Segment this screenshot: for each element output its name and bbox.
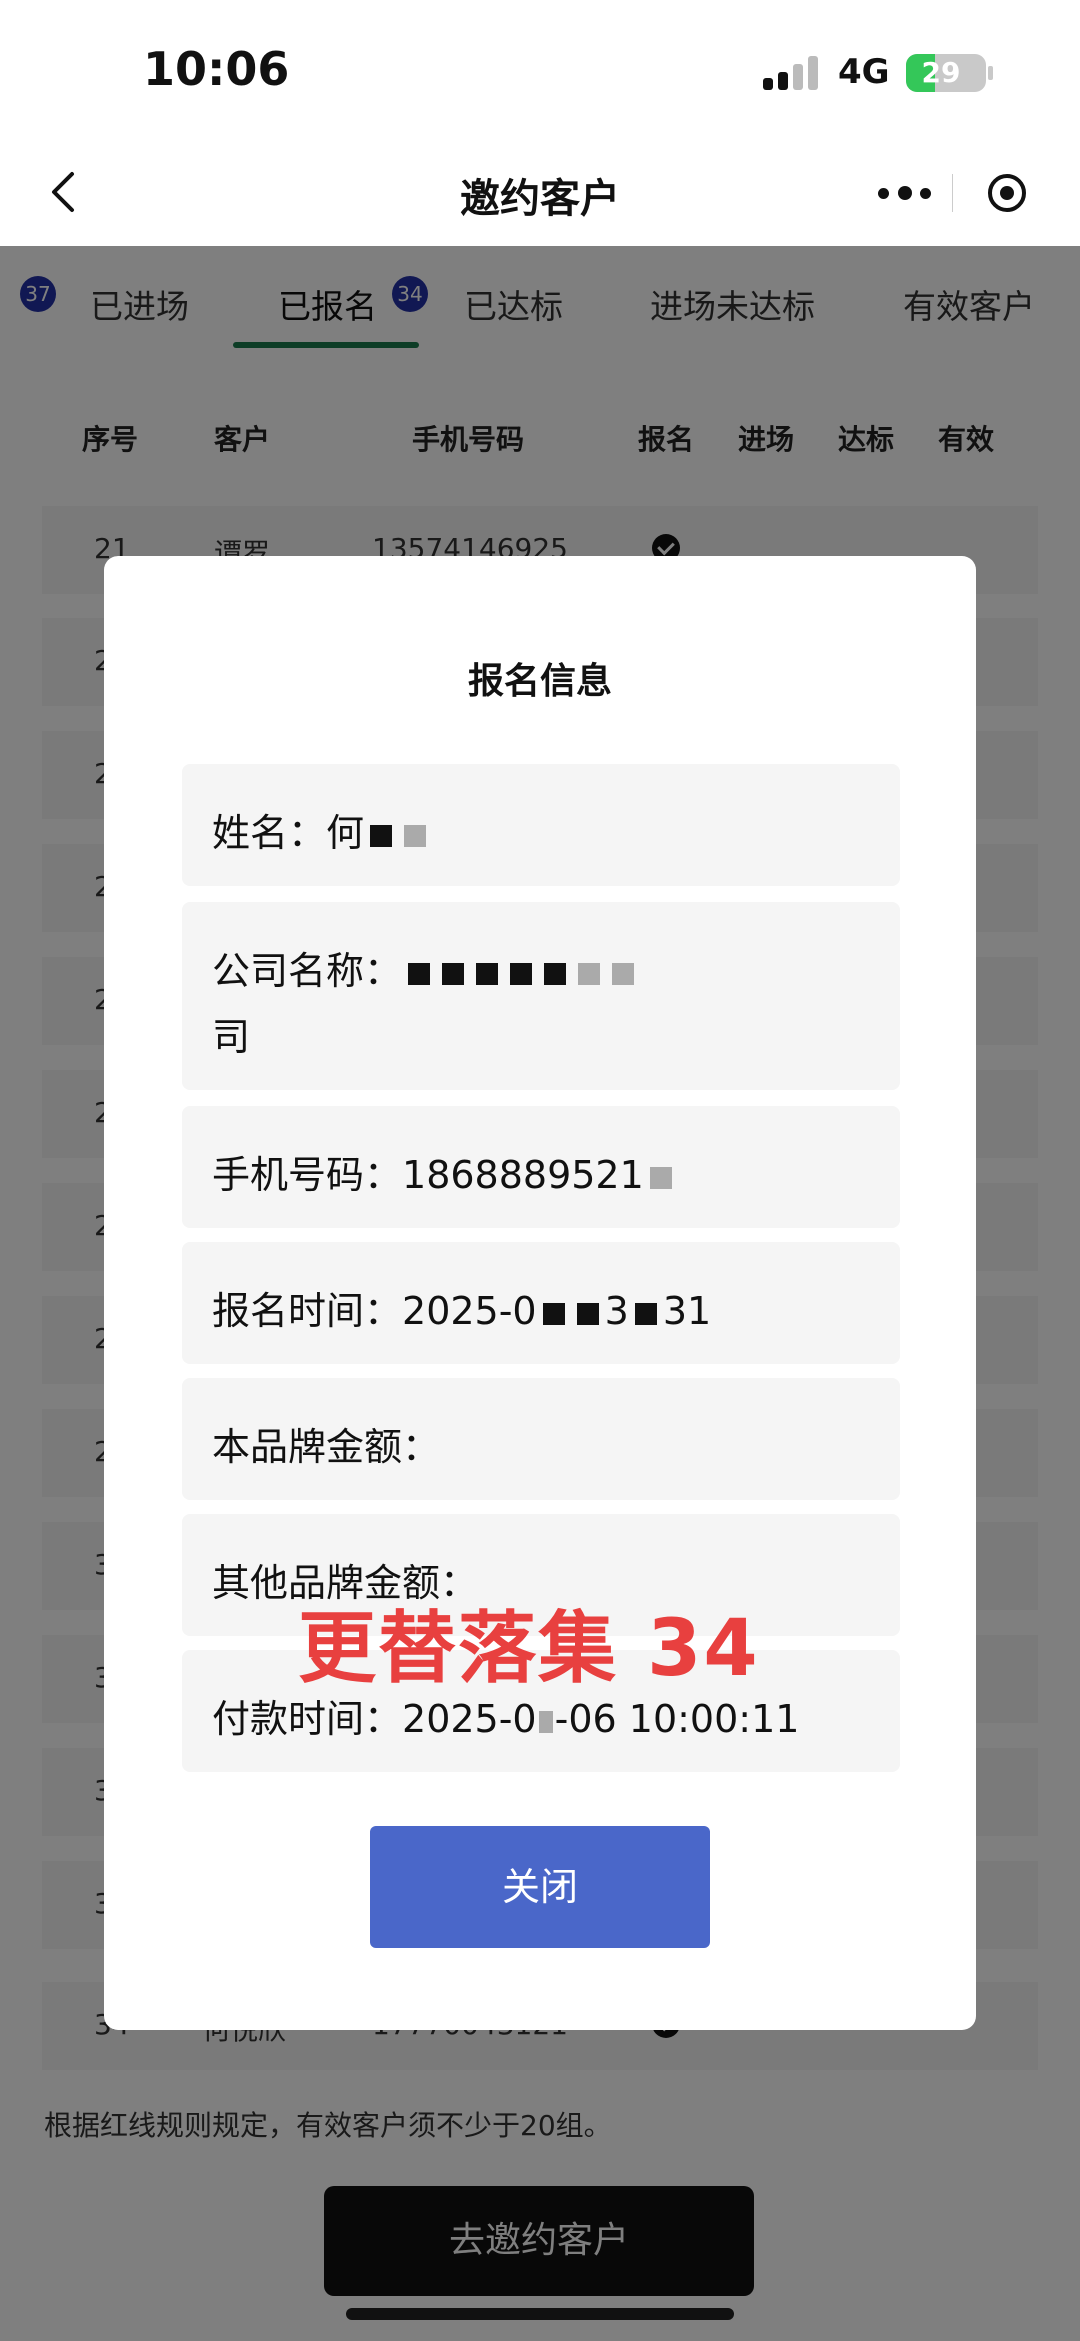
registration-info-dialog: 报名信息 姓名：何 公司名称： 司 手机号码：1868889521 报名时间：2… xyxy=(104,556,976,2030)
status-time: 10:06 xyxy=(143,42,290,96)
battery-tip xyxy=(988,66,993,80)
payment-time-label: 付款时间： xyxy=(212,1697,403,1741)
field-signup-time: 报名时间：2025-0 3 31 xyxy=(182,1242,900,1364)
navigation-bar: 邀约客户 xyxy=(0,140,1080,246)
field-company: 公司名称： 司 xyxy=(182,902,900,1090)
redaction-mosaic xyxy=(538,1710,553,1733)
signup-time-mid: 3 xyxy=(604,1289,629,1333)
redaction-mosaic xyxy=(576,1302,599,1325)
field-brand-amount: 本品牌金额： xyxy=(182,1378,900,1500)
payment-time-start: 2025-0 xyxy=(402,1697,537,1741)
field-phone: 手机号码：1868889521 xyxy=(182,1106,900,1228)
redaction-mosaic xyxy=(370,824,393,847)
redaction-mosaic xyxy=(476,962,499,985)
dialog-title: 报名信息 xyxy=(467,661,612,702)
redaction-mosaic xyxy=(442,962,465,985)
redaction-mosaic xyxy=(544,962,567,985)
name-value: 何 xyxy=(326,811,365,855)
company-value-end: 司 xyxy=(212,1015,251,1059)
company-label: 公司名称： xyxy=(212,949,403,993)
signup-time-label: 报名时间： xyxy=(212,1289,403,1333)
phone-value: 1868889521 xyxy=(402,1153,644,1197)
phone-label: 手机号码： xyxy=(212,1153,403,1197)
home-indicator xyxy=(346,2308,734,2320)
brand-amount-label: 本品牌金额： xyxy=(212,1425,441,1469)
close-button[interactable]: 关闭 xyxy=(370,1826,710,1948)
more-icon[interactable] xyxy=(870,162,944,224)
signup-time-end: 31 xyxy=(662,1289,712,1333)
field-name: 姓名：何 xyxy=(182,764,900,886)
redaction-mosaic xyxy=(510,962,533,985)
mini-program-capsule xyxy=(848,162,1048,224)
watermark-overlay-text: 更替落集 34 xyxy=(298,1604,760,1694)
redaction-mosaic xyxy=(404,824,427,847)
redaction-mosaic xyxy=(612,962,635,985)
redaction-mosaic xyxy=(649,1166,672,1189)
status-bar: 10:06 4G 29 xyxy=(0,0,1080,140)
name-label: 姓名： xyxy=(212,811,327,855)
payment-time-end: -06 10:00:11 xyxy=(554,1697,800,1741)
signup-time-start: 2025-0 xyxy=(402,1289,537,1333)
redaction-mosaic xyxy=(578,962,601,985)
battery-icon: 29 xyxy=(906,54,986,92)
redaction-mosaic xyxy=(408,962,431,985)
redaction-mosaic xyxy=(542,1302,565,1325)
close-mini-program-icon[interactable] xyxy=(986,172,1028,214)
redaction-mosaic xyxy=(634,1302,657,1325)
signal-icon xyxy=(763,56,819,90)
network-type: 4G xyxy=(838,52,890,92)
battery-level: 29 xyxy=(921,56,961,89)
